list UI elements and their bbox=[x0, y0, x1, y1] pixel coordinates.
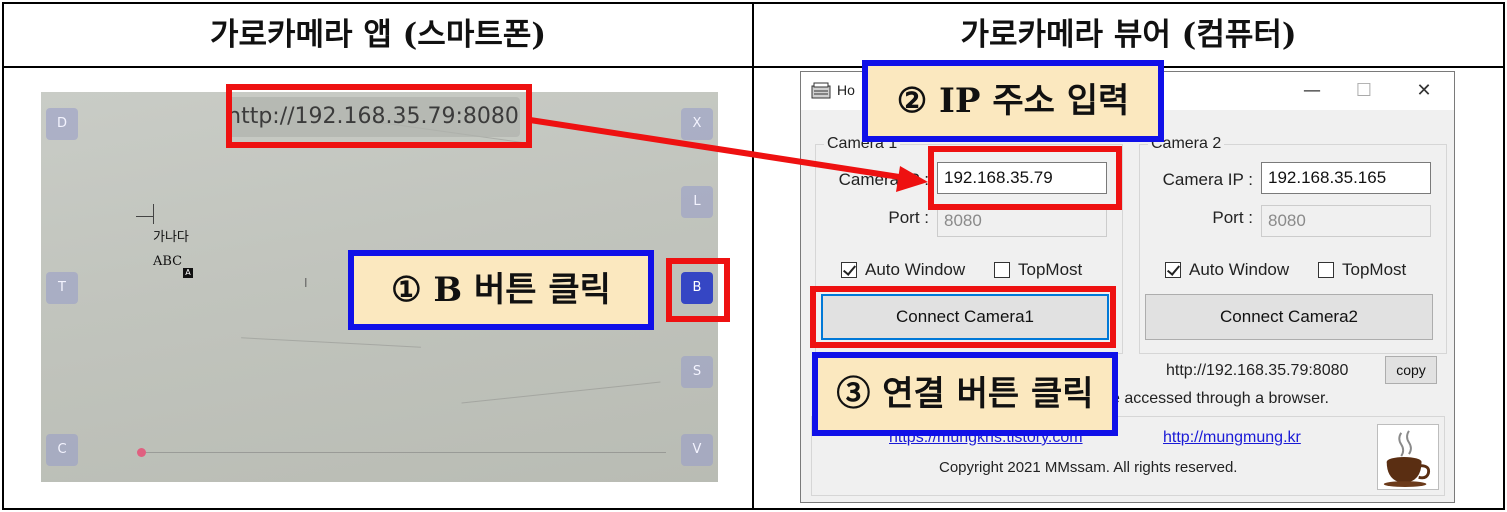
camera-app-icon bbox=[811, 82, 831, 99]
camera2-auto-window-label: Auto Window bbox=[1189, 260, 1290, 279]
copy-url-button[interactable]: copy bbox=[1385, 356, 1437, 384]
camera2-ip-label: Camera IP : bbox=[1162, 170, 1253, 189]
homepage-link[interactable]: http://mungmung.kr bbox=[1163, 429, 1301, 447]
side-button-d[interactable]: D bbox=[46, 108, 78, 140]
doc-text-korean: 가나다 bbox=[153, 230, 189, 245]
camera2-topmost-label: TopMost bbox=[1342, 260, 1407, 279]
side-button-x[interactable]: X bbox=[681, 108, 713, 140]
side-button-l[interactable]: L bbox=[681, 186, 713, 218]
header-divider bbox=[2, 66, 1505, 68]
url-highlight-box bbox=[226, 84, 532, 148]
camera1-topmost-label: TopMost bbox=[1018, 260, 1083, 279]
maximize-button[interactable]: ☐ bbox=[1349, 78, 1379, 104]
doc-badge: A bbox=[183, 268, 193, 278]
paper-mark bbox=[241, 337, 421, 348]
minimize-button[interactable]: — bbox=[1297, 78, 1327, 104]
step2-callout: ② IP 주소 입력 bbox=[862, 60, 1164, 142]
header-pc-viewer: 가로카메라 뷰어 (컴퓨터) bbox=[960, 17, 1297, 53]
camera2-ip-input[interactable]: 192.168.35.165 bbox=[1261, 162, 1431, 194]
paper-mark bbox=[461, 381, 661, 404]
doc-text-abc: ABC bbox=[153, 254, 183, 269]
camera2-topmost-checkbox[interactable] bbox=[1318, 262, 1334, 278]
b-button-highlight-box bbox=[666, 258, 730, 322]
camera1-port-label: Port : bbox=[888, 208, 929, 227]
server-url-text: http://192.168.35.79:8080 bbox=[1166, 362, 1349, 379]
ip-input-highlight-box bbox=[928, 146, 1122, 210]
camera1-auto-window-checkbox[interactable] bbox=[841, 262, 857, 278]
column-divider bbox=[752, 2, 754, 510]
camera2-port-label: Port : bbox=[1212, 208, 1253, 227]
text-cursor-icon: I bbox=[304, 276, 308, 290]
record-indicator-icon bbox=[137, 448, 146, 457]
coffee-cup-icon[interactable] bbox=[1377, 424, 1439, 490]
browser-note: e accessed through a browser. bbox=[1111, 390, 1329, 407]
zoom-slider-track[interactable] bbox=[146, 452, 666, 453]
step1-callout: ① B 버튼 클릭 bbox=[348, 250, 654, 330]
camera2-auto-window-checkbox[interactable] bbox=[1165, 262, 1181, 278]
side-button-c[interactable]: C bbox=[46, 434, 78, 466]
close-button[interactable]: ✕ bbox=[1409, 78, 1439, 104]
camera1-ip-label: Camera IP : bbox=[838, 170, 929, 189]
window-title: Ho bbox=[837, 82, 855, 98]
header-phone-app: 가로카메라 앱 (스마트폰) bbox=[209, 17, 547, 53]
camera1-auto-window-label: Auto Window bbox=[865, 260, 966, 279]
side-button-s[interactable]: S bbox=[681, 356, 713, 388]
connect-camera2-button[interactable]: Connect Camera2 bbox=[1145, 294, 1433, 340]
crosshair bbox=[153, 204, 154, 224]
crosshair bbox=[136, 216, 154, 217]
camera2-port-input[interactable]: 8080 bbox=[1261, 205, 1431, 237]
copyright-text: Copyright 2021 MMssam. All rights reserv… bbox=[939, 459, 1238, 476]
camera1-topmost-checkbox[interactable] bbox=[994, 262, 1010, 278]
step3-callout: ③ 연결 버튼 클릭 bbox=[812, 352, 1118, 436]
side-button-t[interactable]: T bbox=[46, 272, 78, 304]
side-button-v[interactable]: V bbox=[681, 434, 713, 466]
connect-button-highlight-box bbox=[810, 286, 1116, 348]
